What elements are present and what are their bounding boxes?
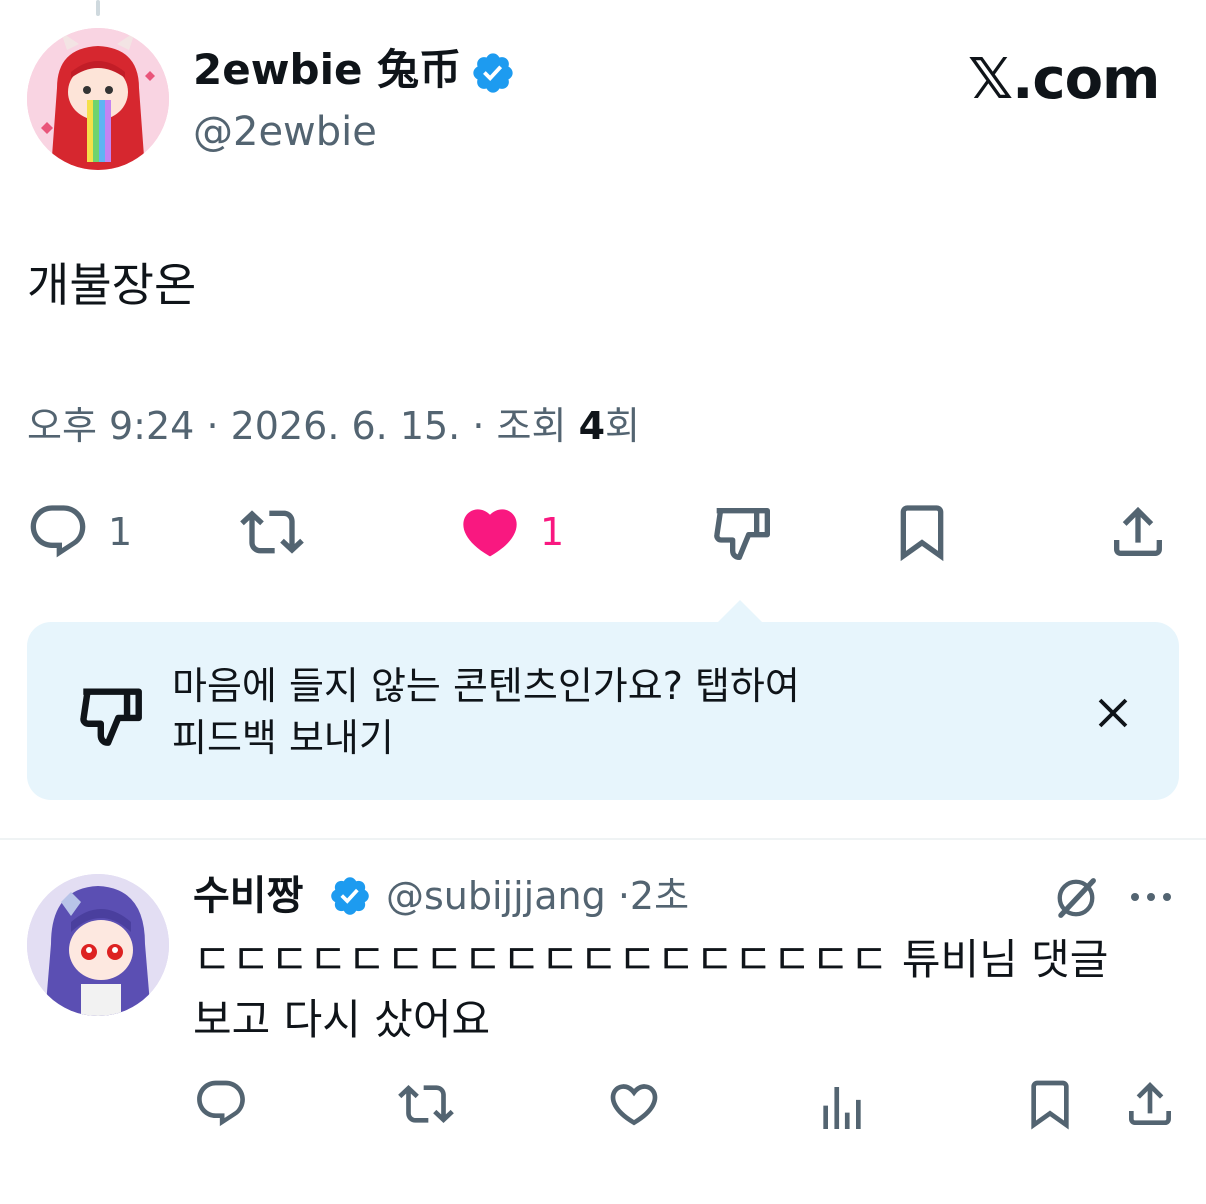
reply-count: 1 — [108, 510, 133, 554]
reply-button[interactable]: 1 — [26, 500, 132, 564]
meta-separator: · — [472, 404, 485, 448]
tweet-time[interactable]: 오후 9:24 — [27, 404, 194, 448]
like-count: 1 — [540, 510, 565, 554]
reply-reply-button[interactable] — [193, 1076, 249, 1132]
views-suffix: 회 — [605, 404, 640, 448]
reply-display-name[interactable]: 수비짱 — [193, 868, 303, 924]
heart-icon — [463, 509, 517, 557]
divider — [0, 838, 1206, 840]
reply-text-line: ㄷㄷㄷㄷㄷㄷㄷㄷㄷㄷㄷㄷㄷㄷㄷㄷㄷㄷ 튜비님 댓글 — [193, 935, 1109, 984]
views-label: 조회 — [496, 404, 567, 448]
reply-time[interactable]: 2초 — [630, 874, 689, 918]
share-button[interactable] — [1106, 500, 1170, 564]
verified-badge-icon — [328, 874, 372, 918]
reply-handle-line: @subijjjang ·2초 — [386, 868, 689, 924]
share-icon — [1114, 506, 1162, 556]
reply-retweet-button[interactable] — [398, 1076, 454, 1132]
display-name[interactable]: 2ewbie 兔币 — [193, 40, 461, 100]
tooltip-message[interactable]: 마음에 들지 않는 콘텐츠인가요? 탭하여 피드백 보내기 — [172, 660, 892, 764]
tooltip-arrow — [716, 600, 764, 624]
grok-icon[interactable] — [1050, 872, 1102, 924]
close-icon — [1098, 698, 1128, 728]
tweet-date[interactable]: 2026. 6. 15. — [231, 404, 461, 448]
avatar[interactable] — [27, 874, 169, 1016]
verified-badge-icon — [470, 50, 516, 96]
bookmark-icon — [1031, 1080, 1069, 1130]
meta-separator: · — [206, 404, 219, 448]
reply-text: ㄷㄷㄷㄷㄷㄷㄷㄷㄷㄷㄷㄷㄷㄷㄷㄷㄷㄷ 튜비님 댓글 보고 다시 샀어요 — [193, 930, 1183, 1050]
dislike-button[interactable] — [710, 500, 774, 564]
more-icon[interactable] — [1126, 882, 1176, 912]
reply-text-line: 보고 다시 샀어요 — [193, 995, 491, 1044]
meta-separator: · — [617, 874, 630, 918]
reply-handle[interactable]: @subijjjang — [386, 874, 606, 918]
like-button[interactable]: 1 — [458, 500, 564, 564]
thread-line — [96, 0, 100, 16]
close-button[interactable] — [1090, 690, 1136, 736]
handle[interactable]: @2ewbie — [193, 104, 377, 160]
retweet-icon — [240, 510, 304, 554]
reply-bookmark-button[interactable] — [1022, 1076, 1078, 1132]
tooltip-line: 마음에 들지 않는 콘텐츠인가요? 탭하여 — [172, 664, 800, 708]
reply-icon — [30, 505, 86, 558]
retweet-button[interactable] — [240, 500, 304, 564]
reply-share-button[interactable] — [1122, 1076, 1178, 1132]
brand-logo: 𝕏.com — [968, 47, 1160, 112]
bookmark-icon — [900, 505, 944, 562]
heart-icon — [610, 1084, 658, 1126]
tooltip-line: 피드백 보내기 — [172, 716, 394, 760]
bookmark-button[interactable] — [890, 500, 954, 564]
views-count: 4 — [578, 404, 606, 448]
analytics-icon — [823, 1087, 861, 1129]
reply-like-button[interactable] — [606, 1076, 662, 1132]
retweet-icon — [398, 1085, 454, 1123]
tweet-text: 개불장온 — [27, 258, 197, 312]
avatar[interactable] — [27, 28, 169, 170]
dislike-icon — [76, 680, 146, 750]
dislike-icon — [714, 508, 770, 560]
tweet-meta: 오후 9:24 · 2026. 6. 15. · 조회 4회 — [27, 396, 640, 456]
reply-icon — [197, 1080, 245, 1127]
reply-views-button[interactable] — [814, 1080, 870, 1136]
share-icon — [1129, 1082, 1171, 1125]
